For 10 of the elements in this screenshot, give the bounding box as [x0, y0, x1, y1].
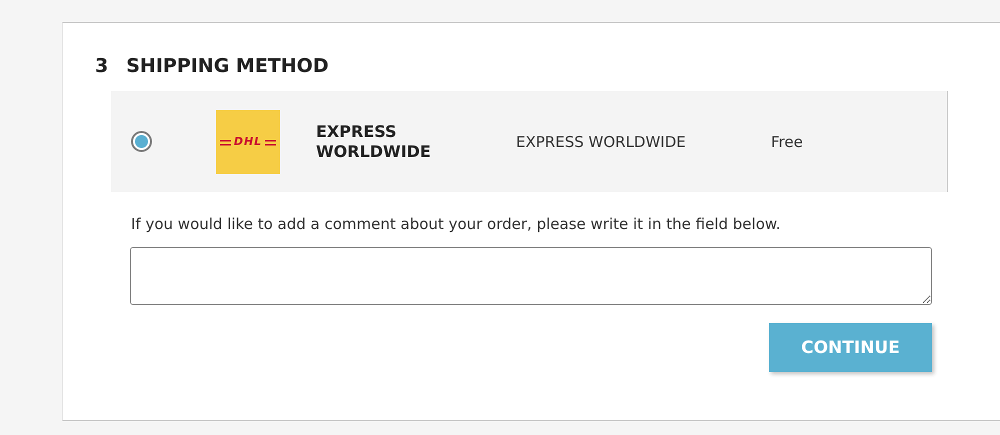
logo-wordmark: DHL [220, 135, 276, 148]
comment-label: If you would like to add a comment about your order, please write it in the field below. [131, 215, 782, 233]
comment-field[interactable] [130, 247, 932, 305]
method-price: Free [771, 132, 803, 150]
section-number: 3 [95, 55, 108, 77]
method-description: EXPRESS WORLDWIDE [516, 132, 687, 150]
method-name: EXPRESS WORLDWIDE [316, 122, 432, 162]
shipping-option[interactable]: DHL EXPRESS WORLDWIDE EXPRESS WORLDWIDE Free [111, 91, 948, 192]
section-title: SHIPPING METHOD [126, 55, 329, 77]
radio-button[interactable] [131, 131, 152, 152]
